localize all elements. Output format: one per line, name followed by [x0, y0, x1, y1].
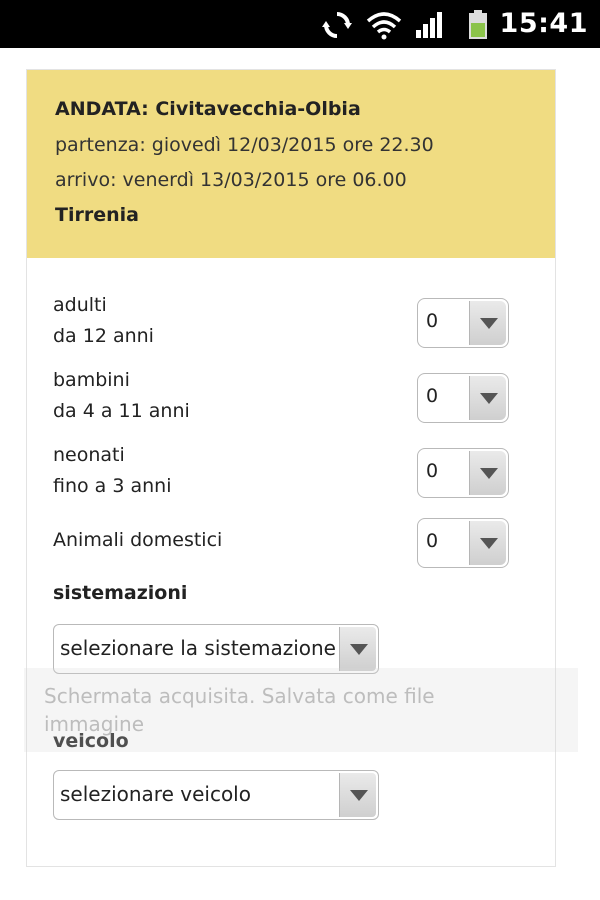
children-label: bambini da 4 a 11 anni [53, 369, 190, 422]
infants-select[interactable]: 0 [417, 448, 509, 498]
trip-title: ANDATA: Civitavecchia-Olbia [55, 98, 361, 120]
adults-select[interactable]: 0 [417, 298, 509, 348]
pets-select[interactable]: 0 [417, 518, 509, 568]
pets-select-value: 0 [426, 530, 439, 552]
toast-message: Schermata acquisita. Salvata come file i… [44, 684, 435, 736]
signal-icon [414, 10, 446, 44]
accommodation-select[interactable]: selezionare la sistemazione [53, 624, 379, 674]
chevron-down-icon[interactable] [339, 773, 376, 817]
chevron-down-icon[interactable] [339, 627, 376, 671]
adults-select-value: 0 [426, 310, 439, 332]
trip-summary: ANDATA: Civitavecchia-Olbia partenza: gi… [27, 70, 555, 258]
chevron-down-icon[interactable] [469, 451, 506, 495]
sync-icon [320, 10, 354, 44]
accommodation-select-value: selezionare la sistemazione [60, 636, 336, 660]
status-bar: 15:41 [0, 0, 600, 48]
vehicle-select-value: selezionare veicolo [60, 782, 251, 806]
wifi-icon [366, 10, 402, 44]
trip-departure: partenza: giovedì 12/03/2015 ore 22.30 [55, 134, 434, 156]
vehicle-select[interactable]: selezionare veicolo [53, 770, 379, 820]
trip-operator: Tirrenia [55, 204, 139, 226]
infants-label: neonati fino a 3 anni [53, 444, 172, 497]
children-select-value: 0 [426, 385, 439, 407]
screenshot-toast: Schermata acquisita. Salvata come file i… [24, 668, 578, 752]
clock: 15:41 [499, 8, 588, 39]
accommodation-title: sistemazioni [53, 582, 188, 604]
chevron-down-icon[interactable] [469, 376, 506, 420]
chevron-down-icon[interactable] [469, 301, 506, 345]
battery-icon [466, 10, 490, 44]
trip-arrival: arrivo: venerdì 13/03/2015 ore 06.00 [55, 169, 407, 191]
infants-select-value: 0 [426, 460, 439, 482]
children-select[interactable]: 0 [417, 373, 509, 423]
chevron-down-icon[interactable] [469, 521, 506, 565]
adults-label: adulti da 12 anni [53, 294, 154, 347]
pets-label: Animali domestici [53, 529, 223, 551]
